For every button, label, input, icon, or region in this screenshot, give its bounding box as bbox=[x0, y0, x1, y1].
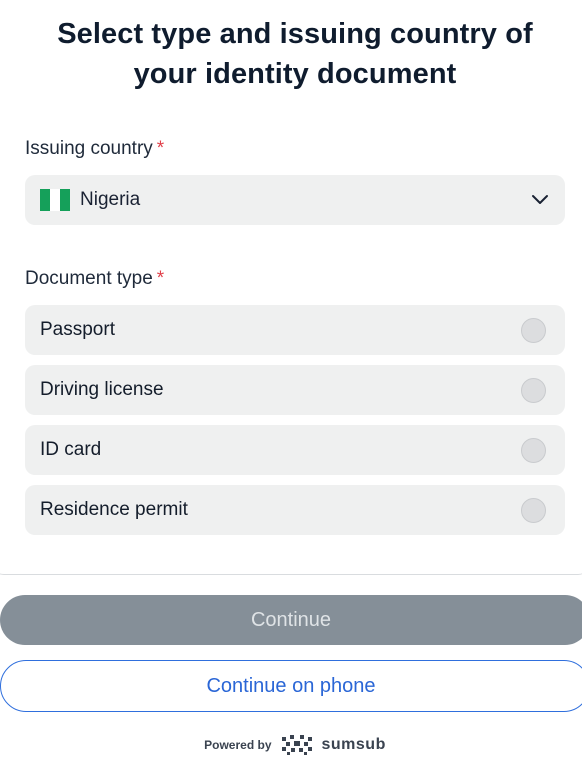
sumsub-logo-icon bbox=[281, 735, 312, 755]
continue-on-phone-button[interactable]: Continue on phone bbox=[0, 660, 582, 712]
issuing-country-value: Nigeria bbox=[80, 189, 141, 210]
document-option-driving-license[interactable]: Driving license bbox=[25, 365, 565, 415]
document-option-residence-permit[interactable]: Residence permit bbox=[25, 485, 565, 535]
powered-by-footer: Powered by sumsub bbox=[0, 733, 582, 757]
section-divider bbox=[0, 560, 582, 575]
sumsub-brand-name: sumsub bbox=[321, 736, 386, 753]
powered-by-text: Powered by bbox=[204, 738, 272, 752]
document-option-label: Passport bbox=[40, 319, 115, 340]
radio-button[interactable] bbox=[521, 498, 546, 523]
document-option-passport[interactable]: Passport bbox=[25, 305, 565, 355]
document-type-label-text: Document type bbox=[25, 268, 153, 289]
required-asterisk: * bbox=[156, 138, 165, 159]
page-title-line-1: Select type and issuing country of bbox=[57, 18, 533, 50]
document-type-label: Document type * bbox=[25, 268, 164, 290]
chevron-down-icon bbox=[532, 195, 548, 204]
issuing-country-label-text: Issuing country bbox=[25, 138, 153, 159]
radio-button[interactable] bbox=[521, 438, 546, 463]
document-option-label: Driving license bbox=[40, 379, 164, 400]
document-option-id-card[interactable]: ID card bbox=[25, 425, 565, 475]
page-title: Select type and issuing country of your … bbox=[0, 14, 582, 94]
radio-button[interactable] bbox=[521, 318, 546, 343]
issuing-country-select[interactable]: Nigeria bbox=[25, 175, 565, 225]
page-title-line-2: your identity document bbox=[133, 58, 457, 90]
issuing-country-label: Issuing country * bbox=[25, 138, 164, 160]
radio-button[interactable] bbox=[521, 378, 546, 403]
continue-button[interactable]: Continue bbox=[0, 595, 582, 645]
nigeria-flag-icon bbox=[40, 189, 70, 211]
required-asterisk: * bbox=[156, 268, 165, 289]
document-option-label: Residence permit bbox=[40, 499, 188, 520]
document-option-label: ID card bbox=[40, 439, 102, 460]
